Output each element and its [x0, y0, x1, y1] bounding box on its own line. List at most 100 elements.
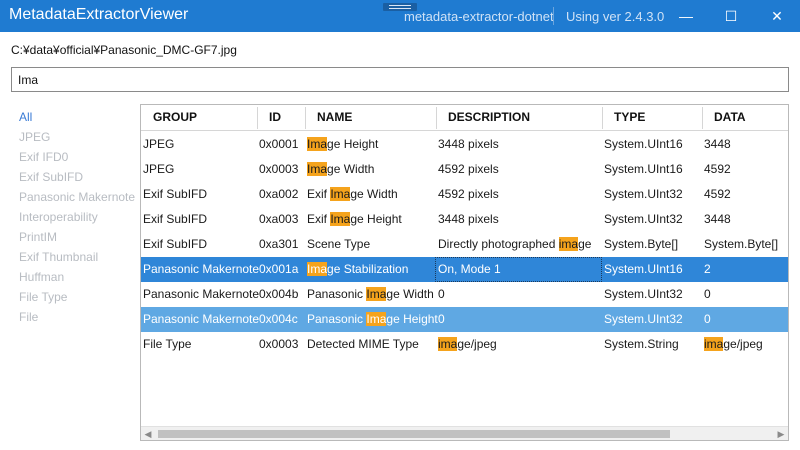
- scrollbar-thumb[interactable]: [158, 430, 670, 438]
- sidebar-item[interactable]: Exif Thumbnail: [19, 247, 137, 267]
- cell-name: Exif Image Height: [307, 212, 402, 226]
- search-match-highlight: Ima: [307, 137, 328, 151]
- table-row[interactable]: Exif SubIFD 0xa301 Scene Type Directly phot…: [141, 232, 788, 257]
- cell-type: System.UInt16: [604, 137, 683, 151]
- maximize-button[interactable]: ☐: [708, 0, 754, 32]
- column-divider[interactable]: [257, 107, 258, 129]
- cell-id: 0xa301: [259, 237, 299, 251]
- table-row[interactable]: File Type 0x0003 Detected MIME Type image/j…: [141, 332, 788, 357]
- cell-data: 2: [704, 262, 711, 276]
- sidebar-item[interactable]: All: [19, 107, 137, 127]
- cell-description: 3448 pixels: [438, 137, 499, 151]
- version-label: Using ver 2.4.3.0: [566, 9, 665, 24]
- cell-data: 4592: [704, 187, 731, 201]
- search-match-highlight: ima: [438, 337, 458, 351]
- cell-name: Panasonic Image Height: [307, 312, 438, 326]
- close-button[interactable]: ✕: [754, 0, 800, 32]
- cell-id: 0x0003: [259, 337, 299, 351]
- column-divider[interactable]: [702, 107, 703, 129]
- table-row[interactable]: Exif SubIFD 0xa002 Exif Image Width 4592 pi…: [141, 182, 788, 207]
- app-title: MetadataExtractorViewer: [9, 6, 189, 23]
- cell-data: 0: [704, 287, 711, 301]
- directory-list: All JPEG Exif IFD0 Exif SubIFD Panasonic Mak…: [19, 107, 137, 327]
- sidebar-item[interactable]: Huffman: [19, 267, 137, 287]
- cell-name: Panasonic Image Width: [307, 287, 434, 301]
- cell-data: 4592: [704, 162, 731, 176]
- cell-description: 0: [438, 287, 445, 301]
- cell-description: 4592 pixels: [438, 162, 499, 176]
- cell-group: Panasonic Makernote: [143, 262, 260, 276]
- search-match-highlight: ima: [704, 337, 724, 351]
- sidebar-item[interactable]: Panasonic Makernote: [19, 187, 137, 207]
- close-icon: ✕: [771, 7, 783, 24]
- search-match-highlight: Ima: [307, 262, 328, 276]
- cell-description: Directly photographed image: [438, 237, 592, 251]
- sidebar-item[interactable]: Interoperability: [19, 207, 137, 227]
- cell-type: System.UInt16: [604, 262, 683, 276]
- cell-description: image/jpeg: [438, 337, 497, 351]
- cell-id: 0x004b: [259, 287, 299, 301]
- metadata-grid: GROUP ID NAME DESCRIPTION TYPE DATA JPEG 0x000…: [140, 104, 789, 441]
- table-row[interactable]: Panasonic Makernote 0x004b Panasonic Image…: [141, 282, 788, 307]
- column-header-name[interactable]: NAME: [307, 105, 352, 130]
- search-match-highlight: Ima: [366, 287, 387, 301]
- cell-group: Panasonic Makernote: [143, 312, 260, 326]
- cell-type: System.UInt32: [604, 187, 683, 201]
- column-header-data[interactable]: DATA: [704, 105, 746, 130]
- cell-group: Exif SubIFD: [143, 237, 208, 251]
- cell-data: 0: [704, 312, 711, 326]
- search-input[interactable]: [11, 67, 789, 92]
- column-header-type[interactable]: TYPE: [604, 105, 645, 130]
- cell-name: Image Width: [307, 162, 375, 176]
- sidebar-item[interactable]: File: [19, 307, 137, 327]
- cell-group: Panasonic Makernote: [143, 287, 260, 301]
- search-match-highlight: Ima: [330, 187, 351, 201]
- search-match-highlight: Ima: [307, 162, 328, 176]
- sidebar-item[interactable]: JPEG: [19, 127, 137, 147]
- title-bar[interactable]: MetadataExtractorViewer metadata-extract…: [0, 0, 800, 32]
- cell-id: 0x004c: [259, 312, 298, 326]
- minimize-icon: —: [679, 8, 693, 24]
- column-divider[interactable]: [602, 107, 603, 129]
- cell-id: 0xa002: [259, 187, 299, 201]
- cell-name: Detected MIME Type: [307, 337, 419, 351]
- cell-id: 0x0003: [259, 162, 299, 176]
- search-match-highlight: Ima: [366, 312, 387, 326]
- column-divider[interactable]: [436, 107, 437, 129]
- cell-group: JPEG: [143, 162, 175, 176]
- sidebar-item[interactable]: Exif SubIFD: [19, 167, 137, 187]
- column-header-group[interactable]: GROUP: [143, 105, 197, 130]
- cell-data: 3448: [704, 212, 731, 226]
- horizontal-scrollbar[interactable]: ◀ ▶: [141, 426, 788, 440]
- project-link[interactable]: metadata-extractor-dotnet: [404, 9, 554, 24]
- scroll-left-icon[interactable]: ◀: [141, 427, 155, 440]
- cell-id: 0xa003: [259, 212, 299, 226]
- table-row[interactable]: Exif SubIFD 0xa003 Exif Image Height 3448 p…: [141, 207, 788, 232]
- cell-description: 4592 pixels: [438, 187, 499, 201]
- cell-id: 0x001a: [259, 262, 299, 276]
- cell-description: 0: [438, 312, 445, 326]
- minimize-button[interactable]: —: [663, 0, 709, 32]
- column-header-description[interactable]: DESCRIPTION: [438, 105, 530, 130]
- title-separator: [553, 7, 554, 25]
- cell-description: On, Mode 1: [435, 257, 602, 282]
- cell-type: System.Byte[]: [604, 237, 679, 251]
- table-row[interactable]: Panasonic Makernote 0x001a Image Stabiliza…: [141, 257, 788, 282]
- table-row[interactable]: JPEG 0x0001 Image Height 3448 pixels System.…: [141, 132, 788, 157]
- table-row[interactable]: JPEG 0x0003 Image Width 4592 pixels System.U…: [141, 157, 788, 182]
- scroll-right-icon[interactable]: ▶: [774, 427, 788, 440]
- cell-type: System.UInt32: [604, 212, 683, 226]
- cell-name: Image Height: [307, 137, 379, 151]
- cell-group: JPEG: [143, 137, 175, 151]
- sidebar-item[interactable]: Exif IFD0: [19, 147, 137, 167]
- sidebar-item[interactable]: PrintIM: [19, 227, 137, 247]
- cell-type: System.UInt32: [604, 312, 683, 326]
- cell-group: File Type: [143, 337, 192, 351]
- search-match-highlight: Ima: [330, 212, 351, 226]
- cell-id: 0x0001: [259, 137, 299, 151]
- grid-header: GROUP ID NAME DESCRIPTION TYPE DATA: [141, 105, 788, 131]
- column-divider[interactable]: [305, 107, 306, 129]
- column-header-id[interactable]: ID: [259, 105, 281, 130]
- sidebar-item[interactable]: File Type: [19, 287, 137, 307]
- table-row[interactable]: Panasonic Makernote 0x004c Panasonic Image…: [141, 307, 788, 332]
